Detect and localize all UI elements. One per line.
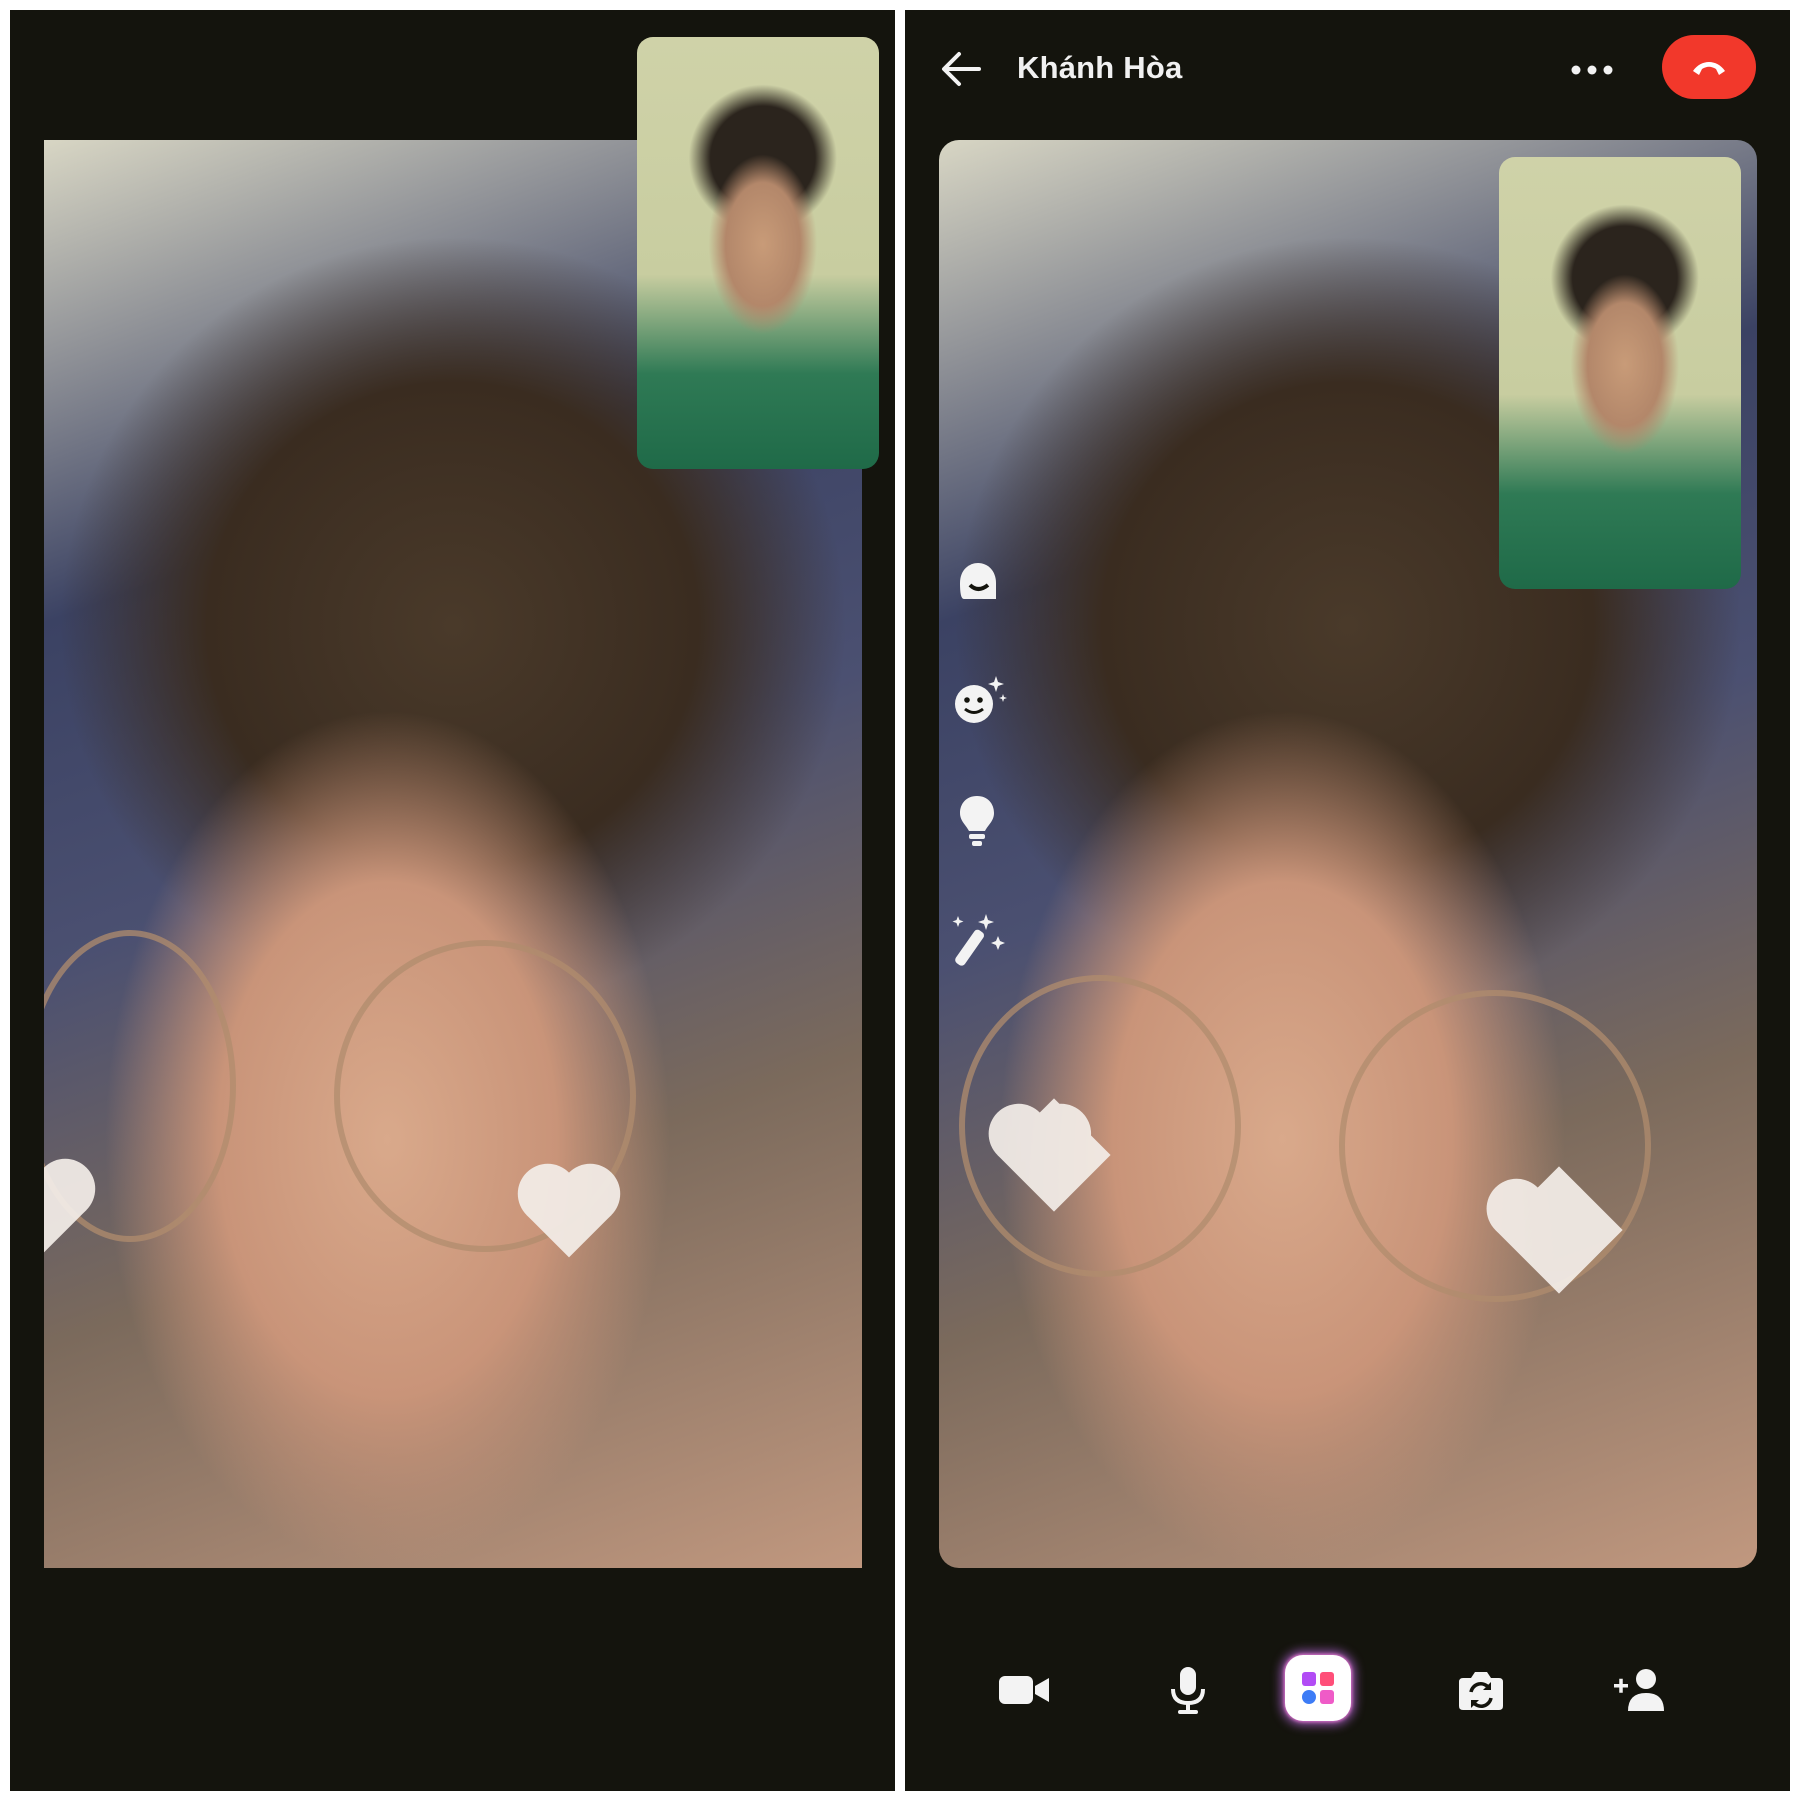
glasses-right-lens: [1339, 990, 1651, 1302]
apps-button[interactable]: [1285, 1655, 1351, 1721]
apps-icon: [1302, 1672, 1334, 1704]
magic-wand-icon: [952, 914, 1005, 966]
self-video-preview[interactable]: [637, 37, 879, 469]
right-call-screen: Khánh Hòa: [905, 10, 1790, 1791]
flip-camera-button[interactable]: [1446, 1655, 1516, 1725]
end-call-icon: [1693, 62, 1725, 75]
video-toggle-button[interactable]: [989, 1655, 1059, 1725]
lightbulb-icon: [960, 796, 994, 846]
flip-camera-icon: [1459, 1672, 1503, 1710]
more-options-button[interactable]: [1562, 50, 1622, 90]
contact-name: Khánh Hòa: [1017, 50, 1183, 85]
left-call-screen: [10, 10, 895, 1791]
end-call-button[interactable]: [1662, 35, 1756, 99]
face-effects-icon: [955, 676, 1007, 723]
more-icon: [1571, 65, 1613, 75]
video-camera-icon: [999, 1676, 1049, 1704]
magic-effect-button[interactable]: [945, 905, 1015, 975]
back-button[interactable]: [933, 42, 987, 96]
avatar-icon: [960, 563, 996, 599]
lighting-button[interactable]: [945, 790, 1009, 854]
heart-sticker: [526, 1172, 612, 1258]
microphone-button[interactable]: [1153, 1655, 1223, 1725]
microphone-icon: [1171, 1667, 1205, 1714]
add-person-button[interactable]: [1605, 1655, 1675, 1725]
heart-sticker: [44, 1167, 87, 1253]
arrow-left-icon: [942, 52, 981, 86]
self-video-preview[interactable]: [1499, 157, 1741, 589]
add-person-icon: [1614, 1669, 1664, 1711]
face-effects-button[interactable]: [945, 665, 1015, 735]
avatar-effect-button[interactable]: [945, 550, 1009, 614]
